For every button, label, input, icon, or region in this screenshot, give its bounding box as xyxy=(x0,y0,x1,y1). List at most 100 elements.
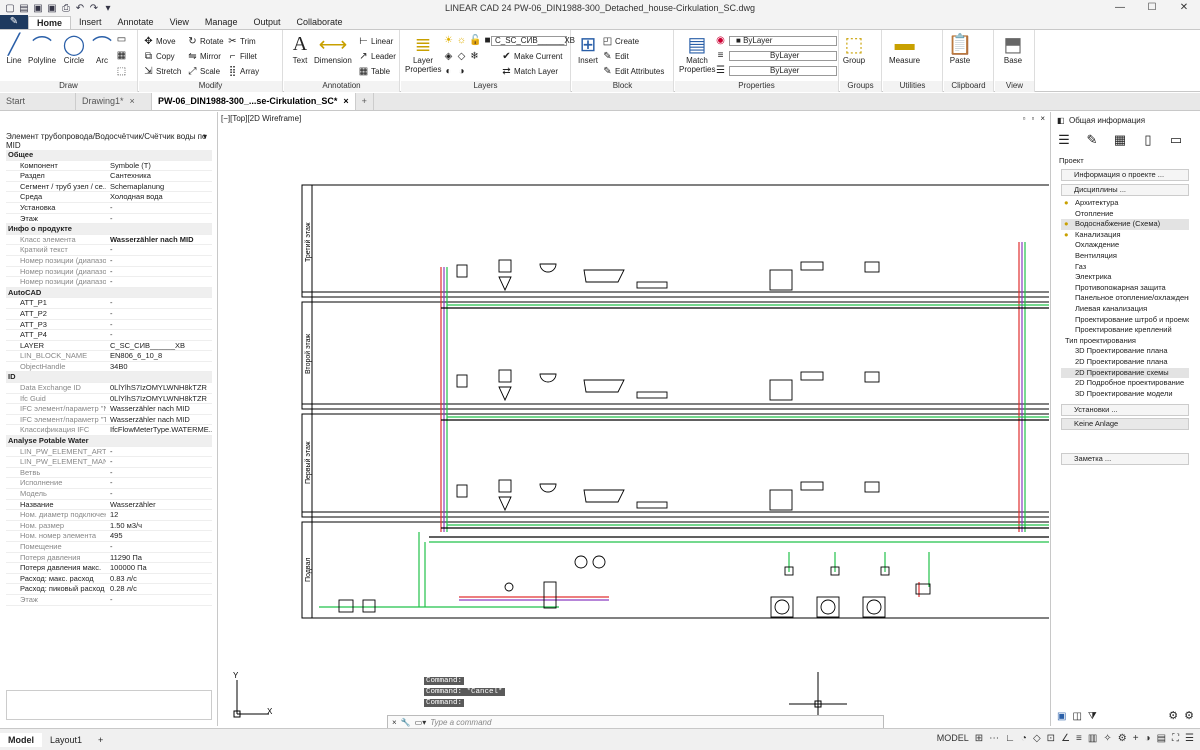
element-type-header[interactable]: Элемент трубопровода/Водосчётчик/Счётчик… xyxy=(6,132,217,150)
annotation-panel-label[interactable]: Annotation xyxy=(284,81,399,92)
property-row[interactable]: Номер позиции (диапазо... - xyxy=(6,277,212,288)
lineweight-dropdown[interactable]: ByLayer xyxy=(729,66,837,76)
scale-button[interactable]: ⤢ Scale xyxy=(187,66,221,77)
layer-properties-button[interactable]: ≣ Layer Properties xyxy=(405,32,441,75)
property-row[interactable]: ATT_P3 - xyxy=(6,320,212,331)
close-icon[interactable]: × xyxy=(392,718,397,727)
layer-icon[interactable]: ◫ xyxy=(1072,711,1081,722)
dimension-button[interactable]: ⟷ Dimension xyxy=(314,32,352,66)
property-row[interactable]: LIN_PW_ELEMENT_ARTI... - xyxy=(6,447,212,458)
color-dropdown[interactable]: ■ ByLayer xyxy=(729,36,837,46)
property-value[interactable]: Холодная вода xyxy=(106,192,212,202)
property-row[interactable]: Помещение - xyxy=(6,542,212,553)
property-row[interactable]: Этаж - xyxy=(6,595,212,606)
tab-home[interactable]: Home xyxy=(28,16,72,29)
discipline-item[interactable]: Проектирование креплений xyxy=(1061,325,1189,336)
hatch-button[interactable]: ▦ xyxy=(116,50,127,61)
close-icon[interactable]: × xyxy=(130,93,135,110)
property-row[interactable]: IFC элемент/параметр "T... Wasserzähler n… xyxy=(6,415,212,426)
close-icon[interactable]: × xyxy=(343,93,348,110)
property-row[interactable]: Ifc Guid 0LlYlhS7IzOMYLWNH8kTZR xyxy=(6,394,212,405)
edit-attributes-button[interactable]: ✎ Edit Attributes xyxy=(602,66,664,77)
property-value[interactable]: 1.50 м3/ч xyxy=(106,521,212,531)
discipline-item[interactable]: Газ xyxy=(1061,262,1189,273)
groups-panel-label[interactable]: Groups xyxy=(840,81,881,92)
make-current-button[interactable]: ✔ Make Current xyxy=(501,51,562,62)
property-value[interactable]: - xyxy=(106,468,212,478)
menu-icon[interactable]: ☰ xyxy=(1055,132,1073,150)
arc-button[interactable]: ⌒ Arc xyxy=(90,32,114,66)
discipline-item[interactable]: Электрика xyxy=(1061,272,1189,283)
mirror-button[interactable]: ⇋ Mirror xyxy=(187,51,221,62)
property-row[interactable]: ATT_P4 - xyxy=(6,330,212,341)
property-row[interactable]: Ветвь - xyxy=(6,468,212,479)
property-value[interactable]: 34B0 xyxy=(106,362,212,372)
property-value[interactable]: - xyxy=(106,595,212,605)
property-value[interactable]: 0LlYlhS7IzOMYLWNH8kTZR xyxy=(106,394,212,404)
property-value[interactable]: - xyxy=(106,457,212,467)
property-row[interactable]: ATT_P2 - xyxy=(6,309,212,320)
discipline-item[interactable]: 2D Проектирование схемы xyxy=(1061,367,1189,379)
properties-panel-label[interactable]: Properties xyxy=(675,81,838,92)
tab-layout1[interactable]: Layout1 xyxy=(42,733,90,747)
linetype-dropdown[interactable]: ByLayer xyxy=(729,51,837,61)
property-section[interactable]: ID xyxy=(6,372,212,384)
lineweight-toggle-icon[interactable]: ≡ xyxy=(1076,733,1082,744)
folder-icon[interactable]: ▭ xyxy=(1167,132,1185,150)
property-row[interactable]: Классификация IFC IfcFlowMeterType.WATERM… xyxy=(6,425,212,437)
property-value[interactable]: - xyxy=(106,447,212,457)
tab-view[interactable]: View xyxy=(162,16,197,29)
snap-icon[interactable]: ⋯ xyxy=(989,733,999,744)
command-input[interactable]: × 🔧 ▭▾ Type a command xyxy=(387,715,884,729)
hardware-icon[interactable]: ▤ xyxy=(1157,733,1166,744)
transparency-icon[interactable]: ▥ xyxy=(1088,733,1097,744)
discipline-item[interactable]: Отопление xyxy=(1061,209,1189,220)
calculator-icon[interactable]: ▦ xyxy=(1111,132,1129,150)
property-section[interactable]: Общее xyxy=(6,150,212,161)
property-row[interactable]: Расход: пиковый расход 0.28 л/с xyxy=(6,584,212,595)
edit-icon[interactable]: ✎ xyxy=(1083,132,1101,150)
property-value[interactable]: 0LlYlhS7IzOMYLWNH8kTZR xyxy=(106,383,212,393)
layer-tools-row2[interactable]: ◈ ◇ ❄ xyxy=(443,51,480,62)
property-row[interactable]: Ном. номер элемента 495 xyxy=(6,531,212,542)
property-value[interactable]: C_SC_СИВ______ХВ xyxy=(106,341,212,351)
tab-model[interactable]: Model xyxy=(0,732,42,747)
property-row[interactable]: ATT_P1 - xyxy=(6,298,212,309)
property-value[interactable]: 495 xyxy=(106,531,212,541)
layer-state-icons[interactable]: ☀ ☼ 🔓 ■ xyxy=(443,35,493,46)
create-block-button[interactable]: ◰ Create xyxy=(602,36,639,47)
property-value[interactable]: Wasserzähler xyxy=(106,500,212,510)
isolate-icon[interactable]: ◑ xyxy=(1145,733,1151,744)
discipline-item[interactable]: 2D Подробное проектирование xyxy=(1061,378,1189,389)
discipline-item[interactable]: 3D Проектирование плана xyxy=(1061,346,1189,357)
property-row[interactable]: Data Exchange ID 0LlYlhS7IzOMYLWNH8kTZR xyxy=(6,383,212,394)
property-value[interactable]: - xyxy=(106,542,212,552)
match-layer-button[interactable]: ⇄ Match Layer xyxy=(501,66,558,77)
property-value[interactable]: EN806_6_10_8 xyxy=(106,351,212,361)
wrench-icon[interactable]: 🔧 xyxy=(401,718,411,727)
tab-annotate[interactable]: Annotate xyxy=(110,16,162,29)
property-value[interactable]: - xyxy=(106,256,212,266)
property-row[interactable]: Раздел Сантехника xyxy=(6,171,212,182)
property-value[interactable]: Wasserzähler nach MID xyxy=(106,404,212,414)
property-row[interactable]: Название Wasserzähler xyxy=(6,500,212,511)
rotate-button[interactable]: ↻ Rotate xyxy=(187,36,223,47)
property-row[interactable]: Ном. диаметр подключен... 12 xyxy=(6,510,212,521)
boundary-button[interactable]: ⬚ xyxy=(116,66,127,77)
discipline-item[interactable]: Панельное отопление/охлаждение xyxy=(1061,293,1189,304)
line-button[interactable]: ╱ Line xyxy=(2,32,26,66)
property-row[interactable]: LIN_BLOCK_NAME EN806_6_10_8 xyxy=(6,351,212,362)
property-row[interactable]: Ном. размер 1.50 м3/ч xyxy=(6,521,212,532)
group-button[interactable]: ⬚ Group xyxy=(842,32,866,66)
property-row[interactable]: ObjectHandle 34B0 xyxy=(6,362,212,373)
property-value[interactable]: - xyxy=(106,245,212,255)
grid-icon[interactable]: ⊞ xyxy=(975,733,983,744)
gear-icon[interactable]: ⚙ xyxy=(1184,709,1194,722)
model-space-label[interactable]: MODEL xyxy=(937,733,969,744)
trim-button[interactable]: ✂ Trim xyxy=(227,36,255,47)
maximize-button[interactable]: ☐ xyxy=(1136,0,1168,16)
otrack-icon[interactable]: ∠ xyxy=(1061,733,1070,744)
tab-collaborate[interactable]: Collaborate xyxy=(288,16,350,29)
ortho-icon[interactable]: ∟ xyxy=(1005,733,1015,744)
osnap-icon[interactable]: ⊡ xyxy=(1047,733,1055,744)
